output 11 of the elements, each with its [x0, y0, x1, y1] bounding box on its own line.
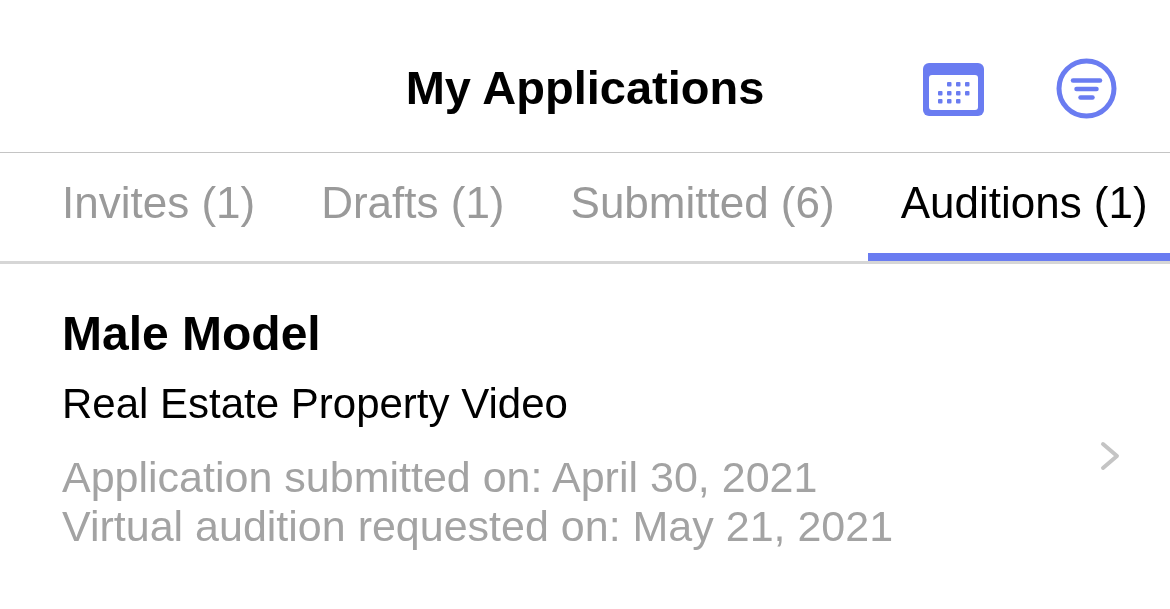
- project-name: Real Estate Property Video: [62, 381, 569, 427]
- tab[interactable]: Invites (1): [29, 153, 289, 261]
- tab[interactable]: Submitted (6): [537, 153, 868, 261]
- tab[interactable]: Auditions (1): [867, 153, 1170, 261]
- filter-icon[interactable]: [1056, 57, 1117, 119]
- page-title: My Applications: [405, 60, 765, 116]
- tab[interactable]: Drafts (1): [288, 153, 538, 261]
- application-role: Male Model: [62, 309, 322, 359]
- application-detail: Application submitted on: April 30, 2021: [62, 453, 819, 502]
- application-detail: Virtual audition requested on: May 21, 2021: [62, 502, 895, 551]
- calendar-icon[interactable]: [923, 60, 984, 116]
